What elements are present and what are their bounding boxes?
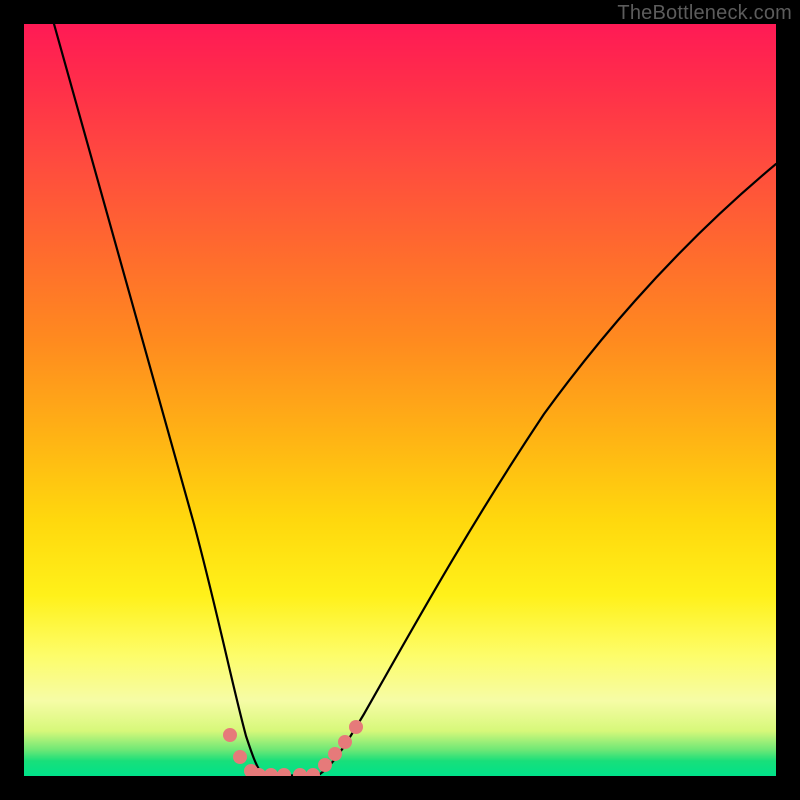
marker-dot [328,747,342,761]
marker-dot [318,758,332,772]
chart-svg [24,24,776,776]
watermark-text: TheBottleneck.com [617,2,792,25]
chart-frame [24,24,776,776]
marker-dot [349,720,363,734]
marker-dot [293,768,307,776]
marker-dot [277,768,291,776]
curve-left-branch [54,24,262,774]
marker-dot [306,768,320,776]
marker-dot [338,735,352,749]
marker-dot [233,750,247,764]
marker-dot [223,728,237,742]
curve-right-branch [320,164,776,774]
marker-dot [264,768,278,776]
